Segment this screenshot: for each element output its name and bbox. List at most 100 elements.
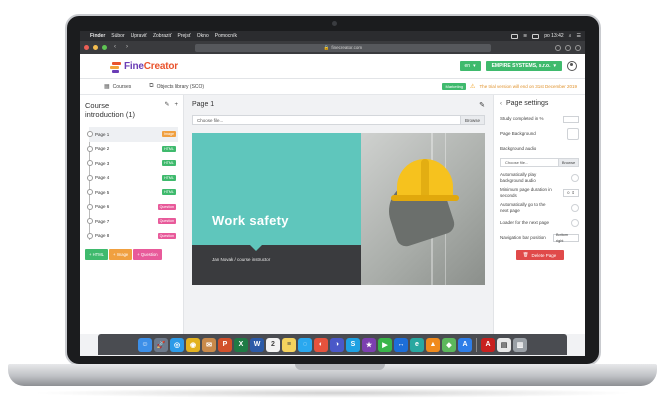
chevron-down-icon: ▾ bbox=[553, 63, 556, 69]
maps-icon[interactable]: ◆ bbox=[442, 337, 456, 352]
tabs-icon[interactable] bbox=[575, 44, 581, 51]
laptop-base bbox=[8, 364, 657, 386]
page-editor: Page 1 ✎ Choose file... Browse Work safe… bbox=[184, 95, 493, 334]
app-store-icon[interactable]: A bbox=[458, 337, 472, 352]
address-bar[interactable]: 🔒 finecreator.com bbox=[195, 43, 491, 52]
notes-icon[interactable]: ≡ bbox=[282, 337, 296, 352]
share-icon[interactable] bbox=[565, 44, 571, 51]
menu-list-icon[interactable]: ☰ bbox=[577, 33, 581, 39]
menu-item-window[interactable]: Okno bbox=[197, 33, 209, 39]
slide-preview[interactable]: Work safety Jan Novak / course instructo… bbox=[192, 133, 485, 285]
page-list-item[interactable]: Page 8 Question bbox=[87, 229, 178, 244]
page-list-item[interactable]: Page 3 HTML bbox=[87, 156, 178, 171]
back-icon[interactable]: ‹ bbox=[111, 44, 119, 51]
page-item-label: Page 5 bbox=[95, 189, 110, 195]
forward-icon[interactable]: › bbox=[123, 44, 131, 51]
menu-item-go[interactable]: Prejsť bbox=[178, 33, 191, 39]
display-icon[interactable] bbox=[511, 33, 519, 39]
close-window-button[interactable] bbox=[84, 45, 89, 50]
nav-objects-library[interactable]: ⧉ Objects library (SCO) bbox=[149, 83, 204, 90]
page-item-label: Page 4 bbox=[95, 175, 110, 181]
menu-item-edit[interactable]: Upraviť bbox=[131, 33, 147, 39]
trial-notice: Marketing ⚠ The trial version will end o… bbox=[442, 83, 577, 90]
mail-icon[interactable]: ✉ bbox=[202, 337, 216, 352]
browse-button[interactable]: Browse bbox=[461, 115, 485, 125]
study-completed-input[interactable] bbox=[563, 115, 579, 123]
wifi-icon[interactable]: ≋ bbox=[523, 33, 527, 39]
menu-app-name[interactable]: Finder bbox=[90, 33, 105, 39]
messages-icon[interactable]: ◌ bbox=[298, 337, 312, 352]
background-audio-label: Background audio bbox=[500, 146, 537, 151]
add-html-button[interactable]: + HTML bbox=[85, 249, 109, 260]
loader-toggle[interactable] bbox=[571, 219, 579, 227]
chrome-icon[interactable]: ◉ bbox=[186, 337, 200, 352]
page-list-item[interactable]: Page 6 Question bbox=[87, 200, 178, 215]
language-select[interactable]: en ▾ bbox=[459, 61, 481, 71]
search-icon[interactable]: ⌕ bbox=[569, 33, 572, 39]
organization-select[interactable]: EMPIRE SYSTEMS, s.r.o. ▾ bbox=[485, 61, 562, 71]
page-item-label: Page 8 bbox=[95, 233, 110, 239]
minimize-window-button[interactable] bbox=[93, 45, 98, 50]
page-background-label: Page Background bbox=[500, 131, 536, 136]
autoplay-toggle[interactable] bbox=[571, 174, 579, 182]
page-item-label: Page 2 bbox=[95, 146, 110, 152]
nav-courses[interactable]: ▦ Courses bbox=[104, 83, 131, 91]
logo[interactable]: FineCreator bbox=[110, 60, 178, 73]
trash-icon[interactable]: ▥ bbox=[513, 337, 527, 352]
user-icon[interactable] bbox=[567, 61, 577, 71]
page-list-item[interactable]: Page 1 Image bbox=[87, 127, 178, 142]
add-icon[interactable]: + bbox=[174, 102, 178, 108]
facetime-icon[interactable]: ▶ bbox=[378, 337, 392, 352]
extension-icon[interactable] bbox=[555, 44, 561, 51]
page-list-item[interactable]: Page 5 HTML bbox=[87, 185, 178, 200]
battery-icon[interactable] bbox=[532, 33, 540, 39]
teamviewer-icon[interactable]: ↔ bbox=[394, 337, 408, 352]
warning-icon: ⚠ bbox=[470, 84, 476, 90]
slide-title: Work safety bbox=[212, 213, 289, 228]
app-icon[interactable]: ◑ bbox=[330, 337, 344, 352]
page-list-item[interactable]: Page 4 HTML bbox=[87, 171, 178, 186]
add-image-button[interactable]: + Image bbox=[109, 249, 133, 260]
delete-page-button[interactable]: 🗑 Delete Page bbox=[515, 250, 564, 260]
min-duration-stepper[interactable]: 0 ⇕ bbox=[563, 189, 579, 197]
settings-header[interactable]: ‹ Page settings bbox=[500, 100, 579, 107]
clock-text[interactable]: po 13:42 bbox=[544, 33, 563, 39]
page-settings-panel: ‹ Page settings Study completed in % Pag… bbox=[493, 95, 585, 334]
menu-item-help[interactable]: Pomocník bbox=[215, 33, 237, 39]
excel-icon[interactable]: X bbox=[234, 337, 248, 352]
word-icon[interactable]: W bbox=[250, 337, 264, 352]
auto-next-toggle[interactable] bbox=[571, 204, 579, 212]
audio-browse-button[interactable]: Browse bbox=[559, 158, 579, 167]
edit-icon[interactable]: ✎ bbox=[164, 102, 169, 108]
calendar-icon[interactable]: 2 bbox=[266, 337, 280, 352]
stepper-arrows-icon: ⇕ bbox=[571, 190, 575, 195]
imovie-icon[interactable]: ★ bbox=[362, 337, 376, 352]
edit-page-icon[interactable]: ✎ bbox=[479, 101, 485, 109]
edge-icon[interactable]: e bbox=[410, 337, 424, 352]
zoom-window-button[interactable] bbox=[102, 45, 107, 50]
document-icon[interactable]: ▤ bbox=[497, 337, 511, 352]
launchpad-icon[interactable]: 🚀 bbox=[154, 337, 168, 352]
status-icons: ≋ po 13:42 ⌕ ☰ bbox=[511, 33, 581, 39]
audio-file-input[interactable]: Choose file... bbox=[500, 158, 559, 167]
menu-item-file[interactable]: Súbor bbox=[111, 33, 124, 39]
powerpoint-icon[interactable]: P bbox=[218, 337, 232, 352]
page-list-item[interactable]: Page 2 HTML bbox=[87, 142, 178, 157]
auto-next-row: Automatically go to the next page bbox=[500, 202, 579, 214]
acrobat-icon[interactable]: A bbox=[481, 337, 495, 352]
finder-icon[interactable]: ☺ bbox=[138, 337, 152, 352]
dock-separator bbox=[476, 337, 477, 352]
vlc-icon[interactable]: ▲ bbox=[426, 337, 440, 352]
file-input[interactable]: Choose file... bbox=[192, 115, 461, 125]
sync-icon[interactable]: ◐ bbox=[314, 337, 328, 352]
skype-icon[interactable]: S bbox=[346, 337, 360, 352]
page-item-label: Page 6 bbox=[95, 204, 110, 210]
marketing-badge[interactable]: Marketing bbox=[442, 83, 467, 90]
nav-position-select[interactable]: Bottom right bbox=[553, 233, 579, 243]
logo-text: FineCreator bbox=[124, 60, 178, 72]
menu-item-view[interactable]: Zobraziť bbox=[153, 33, 172, 39]
page-background-swatch[interactable] bbox=[567, 128, 579, 140]
safari-icon[interactable]: ◎ bbox=[170, 337, 184, 352]
add-question-button[interactable]: + Question bbox=[133, 249, 162, 260]
page-list-item[interactable]: Page 7 Question bbox=[87, 214, 178, 229]
